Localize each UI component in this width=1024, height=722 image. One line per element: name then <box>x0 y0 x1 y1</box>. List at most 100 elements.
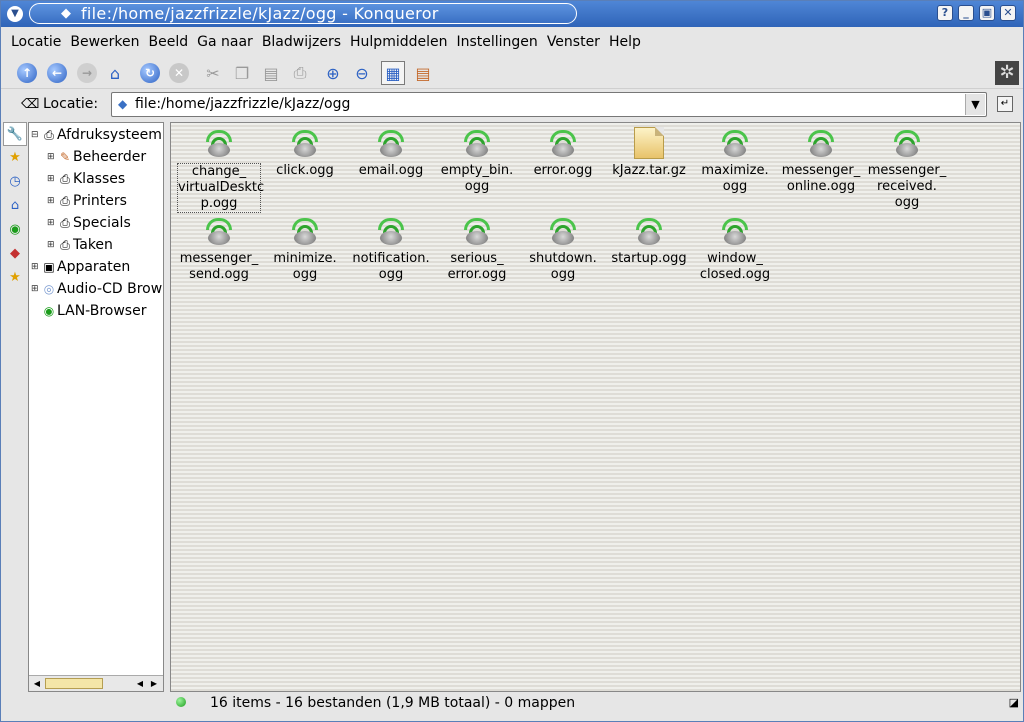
file-name-line: online.ogg <box>786 179 856 194</box>
help-button[interactable]: ? <box>937 5 953 21</box>
scrollbar-thumb[interactable] <box>45 678 103 689</box>
location-history-dropdown[interactable]: ▼ <box>965 94 985 115</box>
file-item[interactable]: notification. ogg <box>349 215 433 283</box>
file-item[interactable]: minimize. ogg <box>263 215 347 283</box>
expand-icon[interactable]: ⊞ <box>47 218 57 228</box>
menu-venster[interactable]: Venster <box>547 34 600 50</box>
file-item[interactable]: serious_ error.ogg <box>435 215 519 283</box>
menu-beeld[interactable]: Beeld <box>149 34 189 50</box>
location-value[interactable]: file:/home/jazzfrizzle/kJazz/ogg <box>135 96 350 112</box>
title-bar[interactable]: ▼ ◆ file:/home/jazzfrizzle/kJazz/ogg - K… <box>1 1 1023 27</box>
collapse-icon[interactable]: ⊟ <box>31 130 41 140</box>
file-item[interactable]: messenger_ send.ogg <box>177 215 261 283</box>
back-arrow-icon: ← <box>47 63 67 83</box>
home-button[interactable]: ⌂ <box>103 61 127 85</box>
file-name-line: ogg <box>292 267 318 282</box>
file-item[interactable]: messenger_ received. ogg <box>865 127 949 211</box>
back-button[interactable]: ← <box>45 61 69 85</box>
zoom-in-button[interactable]: ⊕ <box>321 61 345 85</box>
print-button[interactable]: ⎙ <box>288 61 312 85</box>
stop-button[interactable]: ✕ <box>167 61 191 85</box>
zoom-out-icon: ⊖ <box>355 63 369 83</box>
tree-item-lan-browser[interactable]: ◉ LAN-Browser <box>41 301 147 321</box>
expand-icon[interactable]: ⊞ <box>31 262 41 272</box>
tree-item-printers[interactable]: ⊞ ⎙ Printers <box>47 191 127 211</box>
menu-hulpmiddelen[interactable]: Hulpmiddelen <box>350 34 447 50</box>
close-button[interactable]: ✕ <box>1000 5 1016 21</box>
file-item[interactable]: click.ogg <box>263 127 347 179</box>
copy-button[interactable]: ❐ <box>230 61 254 85</box>
maximize-button[interactable]: ▣ <box>979 5 995 21</box>
home-folder-tab[interactable]: ⌂ <box>3 194 27 218</box>
file-item[interactable]: empty_bin. ogg <box>435 127 519 195</box>
location-bar: ⌫ Locatie: ◆ file:/home/jazzfrizzle/kJaz… <box>1 90 1023 120</box>
status-text: 16 items - 16 bestanden (1,9 MB totaal) … <box>210 695 576 711</box>
tree-item-klasses[interactable]: ⊞ ⎙ Klasses <box>47 169 125 189</box>
scroll-left-icon[interactable]: ◀ <box>133 677 147 690</box>
zoom-out-button[interactable]: ⊖ <box>350 61 374 85</box>
cd-icon: ◎ <box>43 282 55 296</box>
bookmarks-tab[interactable]: ★ <box>3 146 27 170</box>
forward-button[interactable]: → <box>75 61 99 85</box>
expand-icon[interactable]: ⊞ <box>47 152 57 162</box>
menu-locatie[interactable]: Locatie <box>11 34 61 50</box>
favorites-tab[interactable]: ★ <box>3 266 27 290</box>
printer-icon: ⎙ <box>293 63 307 82</box>
menu-help[interactable]: Help <box>609 34 641 50</box>
gear-icon[interactable]: ✲ <box>995 61 1019 85</box>
file-item[interactable]: startup.ogg <box>607 215 691 267</box>
icon-view-button[interactable]: ▦ <box>381 61 405 85</box>
menu-bewerken[interactable]: Bewerken <box>70 34 139 50</box>
reload-button[interactable]: ↻ <box>138 61 162 85</box>
file-name-line: empty_bin. <box>440 163 514 178</box>
tree-item-taken[interactable]: ⊞ ⎙ Taken <box>47 235 113 255</box>
resize-grip-icon[interactable]: ◪ <box>1009 696 1019 709</box>
scroll-right-icon[interactable]: ▶ <box>147 677 161 690</box>
location-label: Locatie: <box>43 96 99 112</box>
file-item[interactable]: kJazz.tar.gz <box>607 127 691 179</box>
tree-item-specials[interactable]: ⊞ ⎙ Specials <box>47 213 131 233</box>
scroll-left-icon[interactable]: ◀ <box>30 677 44 690</box>
globe-icon: ◉ <box>9 222 21 237</box>
clear-location-icon[interactable]: ⌫ <box>21 97 39 112</box>
go-button[interactable]: ↵ <box>997 96 1013 112</box>
media-icon: ◆ <box>10 246 20 261</box>
tree-view-button[interactable]: ▤ <box>411 61 435 85</box>
file-item[interactable]: change_ virtualDesktc p.ogg <box>177 127 264 213</box>
menu-instellingen[interactable]: Instellingen <box>456 34 537 50</box>
tree-horizontal-scrollbar[interactable]: ◀ ◀ ▶ <box>29 675 163 691</box>
file-item[interactable]: window_ closed.ogg <box>693 215 777 283</box>
file-item[interactable]: shutdown. ogg <box>521 215 605 283</box>
history-tab[interactable]: ◷ <box>3 170 27 194</box>
menu-ga-naar[interactable]: Ga naar <box>197 34 253 50</box>
location-input[interactable]: ◆ file:/home/jazzfrizzle/kJazz/ogg ▼ <box>111 92 987 117</box>
file-name-line: send.ogg <box>189 267 249 282</box>
tree-item-afdruksysteem[interactable]: ⊟ ⎙ Afdruksysteem <box>31 125 162 145</box>
cut-button[interactable]: ✂ <box>201 61 225 85</box>
tree-item-apparaten[interactable]: ⊞ ▣ Apparaten <box>31 257 130 277</box>
paste-button[interactable]: ▤ <box>259 61 283 85</box>
menu-bar: Locatie Bewerken Beeld Ga naar Bladwijze… <box>1 28 1023 56</box>
services-tab[interactable]: 🔧 <box>3 122 27 146</box>
network-tab[interactable]: ◉ <box>3 218 27 242</box>
expand-icon[interactable]: ⊞ <box>31 284 41 294</box>
expand-icon[interactable]: ⊞ <box>47 196 57 206</box>
menu-bladwijzers[interactable]: Bladwijzers <box>262 34 341 50</box>
file-name: startup.ogg <box>607 251 691 267</box>
printer-icon: ⎙ <box>60 237 70 252</box>
media-tab[interactable]: ◆ <box>3 242 27 266</box>
minimize-button[interactable]: _ <box>958 5 974 21</box>
expand-icon[interactable]: ⊞ <box>47 174 57 184</box>
window-menu-icon[interactable]: ▼ <box>7 6 23 22</box>
up-button[interactable]: ↑ <box>15 61 39 85</box>
sound-file-icon <box>289 127 321 159</box>
file-item[interactable]: email.ogg <box>349 127 433 179</box>
file-item[interactable]: error.ogg <box>521 127 605 179</box>
file-item[interactable]: maximize. ogg <box>693 127 777 195</box>
file-name: click.ogg <box>263 163 347 179</box>
tree-item-audio-cd[interactable]: ⊞ ◎ Audio-CD Brow <box>31 279 162 299</box>
file-item[interactable]: messenger_ online.ogg <box>779 127 863 195</box>
tree-item-beheerder[interactable]: ⊞ ✎ Beheerder <box>47 147 146 167</box>
expand-icon[interactable]: ⊞ <box>47 240 57 250</box>
file-name: window_ closed.ogg <box>693 251 777 283</box>
